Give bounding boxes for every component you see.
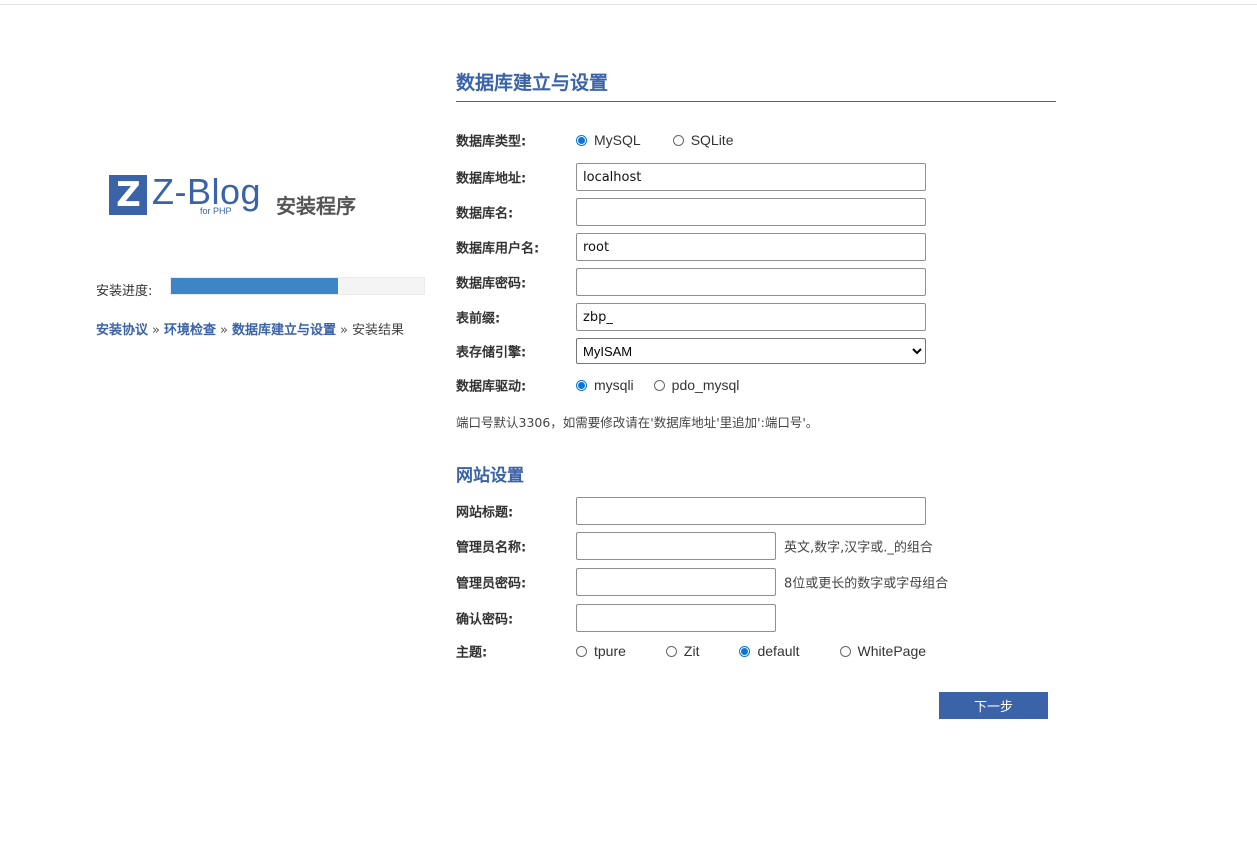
table-prefix-row: 表前缀: bbox=[456, 303, 1156, 331]
confirm-password-input[interactable] bbox=[576, 604, 776, 632]
site-title-label: 网站标题: bbox=[456, 505, 514, 521]
storage-engine-row: 表存储引擎: MyISAM bbox=[456, 337, 1156, 365]
admin-password-hint: 8位或更长的数字或字母组合 bbox=[784, 576, 949, 592]
site-section-title: 网站设置 bbox=[456, 466, 524, 486]
db-host-label: 数据库地址: bbox=[456, 171, 527, 187]
radio-unchecked-icon[interactable] bbox=[653, 379, 665, 391]
step-separator: » bbox=[152, 323, 160, 338]
storage-engine-select[interactable]: MyISAM bbox=[576, 338, 926, 364]
radio-unchecked-icon[interactable] bbox=[665, 645, 677, 657]
db-name-label: 数据库名: bbox=[456, 206, 514, 222]
db-type-option[interactable]: SQLite bbox=[672, 132, 734, 148]
radio-unchecked-icon[interactable] bbox=[672, 134, 684, 146]
db-type-option-label: MySQL bbox=[594, 132, 641, 148]
radio-checked-icon[interactable] bbox=[739, 645, 751, 657]
theme-radio-group: tpure Zit default WhitePage bbox=[576, 637, 926, 665]
logo-caption: 安装程序 bbox=[276, 194, 356, 218]
confirm-password-label: 确认密码: bbox=[456, 612, 514, 628]
db-password-input[interactable] bbox=[576, 268, 926, 296]
db-user-label: 数据库用户名: bbox=[456, 241, 540, 257]
site-title-input[interactable] bbox=[576, 497, 926, 525]
install-progress-bar bbox=[170, 277, 425, 295]
theme-option[interactable]: default bbox=[739, 643, 800, 659]
confirm-password-row: 确认密码: bbox=[456, 604, 1156, 632]
theme-option-label: WhitePage bbox=[857, 643, 927, 659]
radio-unchecked-icon[interactable] bbox=[839, 645, 851, 657]
theme-row: 主题: tpure Zit default WhitePage bbox=[456, 637, 1156, 665]
admin-password-row: 管理员密码: 8位或更长的数字或字母组合 bbox=[456, 568, 1156, 596]
site-title-row: 网站标题: bbox=[456, 497, 1156, 525]
table-prefix-label: 表前缀: bbox=[456, 311, 501, 327]
radio-checked-icon[interactable] bbox=[576, 379, 587, 391]
top-divider bbox=[0, 4, 1257, 5]
step-separator: » bbox=[220, 323, 228, 338]
db-driver-option-label: mysqli bbox=[594, 377, 634, 393]
theme-option-label: default bbox=[757, 643, 800, 659]
step-item[interactable]: 安装协议 bbox=[96, 323, 148, 338]
theme-option[interactable]: WhitePage bbox=[839, 643, 927, 659]
db-password-row: 数据库密码: bbox=[456, 268, 1156, 296]
radio-checked-icon[interactable] bbox=[576, 134, 587, 146]
next-step-button[interactable]: 下一步 bbox=[939, 692, 1048, 719]
db-name-input[interactable] bbox=[576, 198, 926, 226]
title-divider bbox=[456, 101, 1056, 102]
db-driver-radio-group: mysqli pdo_mysql bbox=[576, 371, 739, 399]
step-item[interactable]: 数据库建立与设置 bbox=[232, 323, 336, 338]
progress-label: 安装进度: bbox=[96, 284, 153, 299]
zblog-logo: Z Z-Blog for PHP 安装程序 bbox=[109, 171, 369, 232]
storage-engine-label: 表存储引擎: bbox=[456, 345, 527, 361]
db-name-row: 数据库名: bbox=[456, 198, 1156, 226]
db-password-label: 数据库密码: bbox=[456, 276, 527, 292]
db-driver-option-label: pdo_mysql bbox=[671, 377, 740, 393]
logo-mark: Z bbox=[109, 175, 147, 215]
step-separator: » bbox=[339, 323, 348, 338]
db-type-row: 数据库类型: MySQL SQLite bbox=[456, 126, 1156, 154]
db-type-option-label: SQLite bbox=[690, 132, 734, 148]
admin-name-label: 管理员名称: bbox=[456, 540, 527, 556]
db-driver-option[interactable]: mysqli bbox=[576, 377, 634, 393]
admin-name-input[interactable] bbox=[576, 532, 776, 560]
install-steps-breadcrumb: 安装协议» 环境检查» 数据库建立与设置» 安装结果 bbox=[96, 319, 404, 338]
db-driver-row: 数据库驱动: mysqli pdo_mysql bbox=[456, 371, 1156, 399]
db-type-label: 数据库类型: bbox=[456, 134, 527, 150]
logo-subtitle: for PHP bbox=[200, 206, 232, 216]
db-driver-option[interactable]: pdo_mysql bbox=[653, 377, 740, 393]
theme-option-label: tpure bbox=[594, 643, 626, 659]
db-section-title: 数据库建立与设置 bbox=[456, 72, 609, 94]
port-note: 端口号默认3306，如需要修改请在'数据库地址'里追加':端口号'。 bbox=[456, 415, 819, 430]
theme-option[interactable]: Zit bbox=[665, 643, 700, 659]
step-item: 安装结果 bbox=[351, 323, 404, 338]
admin-password-input[interactable] bbox=[576, 568, 776, 596]
db-host-input[interactable] bbox=[576, 163, 926, 191]
admin-name-hint: 英文,数字,汉字或._的组合 bbox=[784, 540, 933, 556]
db-user-row: 数据库用户名: bbox=[456, 233, 1156, 261]
radio-unchecked-icon[interactable] bbox=[576, 645, 587, 657]
theme-option[interactable]: tpure bbox=[576, 643, 626, 659]
admin-name-row: 管理员名称: 英文,数字,汉字或._的组合 bbox=[456, 532, 1156, 560]
theme-option-label: Zit bbox=[683, 643, 700, 659]
step-item[interactable]: 环境检查 bbox=[164, 323, 216, 338]
db-type-radio-group: MySQL SQLite bbox=[576, 126, 734, 154]
table-prefix-input[interactable] bbox=[576, 303, 926, 331]
db-driver-label: 数据库驱动: bbox=[456, 379, 527, 395]
admin-password-label: 管理员密码: bbox=[456, 576, 527, 592]
progress-fill bbox=[171, 278, 338, 294]
db-host-row: 数据库地址: bbox=[456, 163, 1156, 191]
db-user-input[interactable] bbox=[576, 233, 926, 261]
db-type-option[interactable]: MySQL bbox=[576, 132, 641, 148]
theme-label: 主题: bbox=[456, 645, 488, 661]
